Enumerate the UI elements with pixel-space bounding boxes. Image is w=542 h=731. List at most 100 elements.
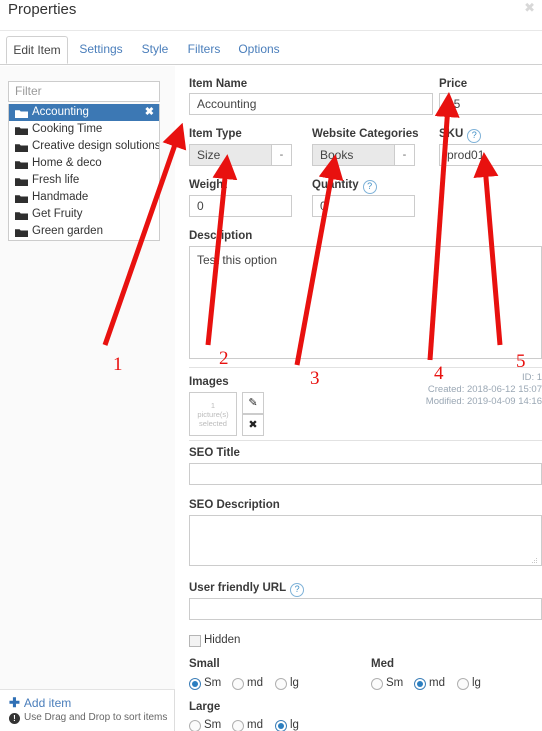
tab-settings[interactable]: Settings [74, 36, 128, 64]
folder-icon [15, 228, 28, 238]
radio-small-sm[interactable] [189, 678, 201, 690]
list-item[interactable]: Get Fruity [9, 206, 159, 223]
category-list: Accounting ✖ Cooking Time Creative desig… [8, 104, 160, 241]
tab-bar: Edit Item Settings Style Filters Options [0, 36, 542, 65]
price-label: Price [439, 78, 468, 90]
radio-med-sm[interactable] [371, 678, 383, 690]
list-item[interactable]: Green garden [9, 223, 159, 240]
folder-icon [15, 126, 28, 136]
help-icon[interactable]: ? [467, 129, 482, 143]
list-item-label: Fresh life [32, 174, 80, 186]
help-icon[interactable]: ? [290, 583, 305, 597]
item-name-input[interactable]: Accounting [189, 93, 433, 115]
category-sidebar: Filter Accounting ✖ Cooking Time Creativ… [0, 66, 176, 689]
radio-label-large-md[interactable]: md [247, 719, 263, 731]
seo-description-label: SEO Description [189, 499, 280, 511]
radio-label-small-sm[interactable]: Sm [204, 677, 221, 689]
seo-title-input[interactable] [189, 463, 542, 485]
titlebar-divider [0, 30, 542, 31]
weight-input[interactable]: 0 [189, 195, 292, 217]
item-type-select[interactable]: Size [189, 144, 272, 166]
radio-label-small-md[interactable]: md [247, 677, 263, 689]
close-icon[interactable]: ✖ [242, 414, 264, 436]
radio-large-sm[interactable] [189, 720, 201, 731]
resize-grip-icon[interactable] [530, 557, 538, 565]
list-item[interactable]: Fresh life [9, 172, 159, 189]
radio-med-lg[interactable] [457, 678, 469, 690]
folder-icon [15, 194, 28, 204]
annotation-number-3: 3 [310, 368, 320, 389]
drag-hint: ! Use Drag and Drop to sort items [9, 712, 168, 724]
tab-filters[interactable]: Filters [180, 36, 228, 64]
folder-icon [15, 177, 28, 187]
radio-label-small-lg[interactable]: lg [290, 677, 299, 689]
list-item[interactable]: Home & deco [9, 155, 159, 172]
tab-style[interactable]: Style [134, 36, 176, 64]
radio-med-md[interactable] [414, 678, 426, 690]
item-type-caret-icon[interactable]: - [272, 144, 292, 166]
description-textarea[interactable]: Test this option [189, 246, 542, 359]
hidden-checkbox[interactable] [189, 635, 201, 647]
quantity-label-text: Quantity [312, 179, 359, 191]
user-friendly-url-input[interactable] [189, 598, 542, 620]
radio-large-md[interactable] [232, 720, 244, 731]
radio-label-large-sm[interactable]: Sm [204, 719, 221, 731]
group-label-med: Med [371, 658, 394, 670]
record-created: Created: 2018-06-12 15:07 [427, 384, 542, 395]
drag-hint-label: Use Drag and Drop to sort items [24, 712, 168, 723]
tab-options[interactable]: Options [232, 36, 286, 64]
help-icon[interactable]: ? [362, 180, 377, 194]
radio-label-med-sm[interactable]: Sm [386, 677, 403, 689]
folder-icon [15, 143, 28, 153]
page-title: Properties [8, 1, 77, 18]
list-item-label: Get Fruity [32, 208, 83, 220]
list-item-label: Cooking Time [32, 123, 103, 135]
price-input[interactable]: 15 [439, 93, 542, 115]
list-item[interactable]: Creative design solutions [9, 138, 159, 155]
item-name-label: Item Name [189, 78, 248, 90]
record-modified: Modified: 2019-04-09 14:16 [425, 396, 542, 407]
edit-item-form: Item Name Accounting Price 15 Item Type … [175, 66, 542, 731]
list-item[interactable]: Handmade [9, 189, 159, 206]
pencil-icon[interactable]: ✎ [242, 392, 264, 414]
close-icon[interactable]: ✖ [524, 1, 535, 14]
website-categories-label: Website Categories [312, 128, 419, 140]
radio-large-lg[interactable] [275, 720, 287, 731]
window-titlebar: Properties ✖ [0, 0, 542, 31]
radio-label-large-lg[interactable]: lg [290, 719, 299, 731]
website-categories-caret-icon[interactable]: - [395, 144, 415, 166]
quantity-input[interactable]: 0 [312, 195, 415, 217]
image-count-state: selected [199, 419, 227, 428]
sku-input[interactable]: prod01 [439, 144, 542, 166]
image-thumbnail[interactable]: 1 picture(s) selected [189, 392, 237, 436]
radio-label-med-lg[interactable]: lg [472, 677, 481, 689]
tab-edit-item[interactable]: Edit Item [6, 36, 68, 64]
divider [189, 367, 542, 368]
remove-category-icon[interactable]: ✖ [145, 104, 154, 121]
add-item-button[interactable]: ✚ Add item [9, 695, 71, 711]
properties-dialog: Properties ✖ Edit Item Settings Style Fi… [0, 0, 542, 731]
folder-icon [15, 160, 28, 170]
seo-title-label: SEO Title [189, 447, 240, 459]
divider [189, 440, 542, 441]
seo-description-textarea[interactable] [189, 515, 542, 566]
sku-label-text: SKU [439, 128, 464, 140]
item-type-label: Item Type [189, 128, 242, 140]
website-categories-select[interactable]: Books [312, 144, 395, 166]
annotation-number-1: 1 [113, 354, 123, 375]
list-item[interactable]: Cooking Time [9, 121, 159, 138]
list-item[interactable]: Accounting ✖ [9, 104, 159, 121]
radio-small-md[interactable] [232, 678, 244, 690]
image-count: 1 [210, 401, 216, 410]
sidebar-footer: ✚ Add item ! Use Drag and Drop to sort ite… [0, 689, 175, 731]
radio-small-lg[interactable] [275, 678, 287, 690]
plus-icon: ✚ [9, 695, 20, 710]
list-item-label: Accounting [32, 106, 89, 118]
record-id: ID: 1 [521, 372, 542, 383]
radio-label-med-md[interactable]: md [429, 677, 445, 689]
tab-underline [0, 64, 542, 65]
hidden-label: Hidden [204, 634, 241, 646]
user-friendly-url-label-text: User friendly URL [189, 582, 287, 594]
filter-input[interactable]: Filter [8, 81, 160, 102]
annotation-number-2: 2 [219, 348, 229, 369]
